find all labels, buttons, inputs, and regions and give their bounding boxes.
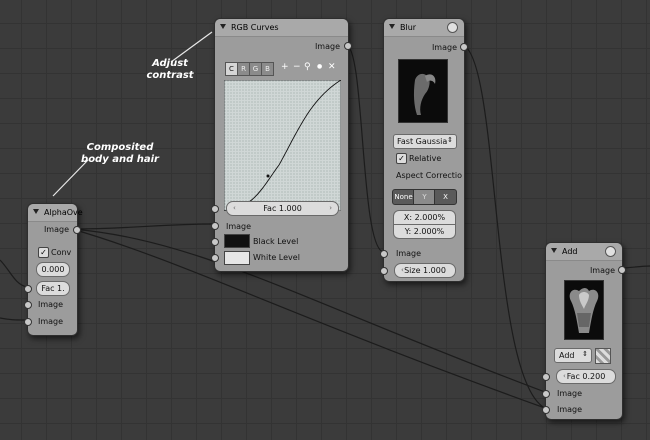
- fac-field[interactable]: ‹ Fac 0.200: [556, 369, 616, 384]
- wire-left-in-1: [0, 259, 28, 288]
- relative-label: Relative: [409, 154, 442, 163]
- output-socket[interactable]: [618, 266, 626, 274]
- fac-field[interactable]: ‹ Fac 1.000 ›: [226, 201, 339, 216]
- node-title: Add: [562, 247, 578, 256]
- filter-type-value: Fast Gaussia: [397, 137, 448, 146]
- collapse-arrow-icon[interactable]: [389, 24, 395, 29]
- increment-icon[interactable]: ›: [329, 202, 332, 215]
- curve-graph[interactable]: [224, 80, 341, 211]
- point-icon[interactable]: ●: [317, 63, 322, 70]
- image-input1-socket[interactable]: [24, 301, 32, 309]
- output-socket[interactable]: [344, 42, 352, 50]
- remove-point-icon[interactable]: −: [293, 62, 301, 72]
- collapse-arrow-icon[interactable]: [33, 209, 39, 214]
- filter-type-dropdown[interactable]: Fast Gaussia ⇕: [393, 134, 457, 149]
- node-header[interactable]: AlphaOve: [28, 204, 83, 222]
- input1-label: Image: [38, 300, 64, 309]
- node-editor[interactable]: { "annotations": { "adjust_contrast": "A…: [0, 0, 650, 440]
- wire-alpha-to-curves: [71, 223, 216, 230]
- wire-curves-to-blur: [345, 44, 385, 253]
- dropdown-arrows-icon: ⇕: [447, 136, 453, 144]
- aspect-correction-label: Aspect Correctio: [396, 171, 463, 180]
- image-input-socket[interactable]: [211, 222, 219, 230]
- figure-silhouette-icon: [569, 288, 599, 333]
- input1-label: Image: [557, 389, 583, 398]
- black-level-swatch[interactable]: [224, 234, 250, 248]
- black-level-socket[interactable]: [211, 238, 219, 246]
- output-socket[interactable]: [73, 226, 81, 234]
- white-level-swatch[interactable]: [224, 251, 250, 265]
- black-level-label: Black Level: [253, 237, 299, 246]
- node-header[interactable]: Blur: [384, 19, 464, 37]
- output-image-label: Image: [589, 266, 615, 275]
- blend-mode-dropdown[interactable]: Add ⇕: [554, 348, 592, 363]
- node-title: Blur: [400, 23, 417, 32]
- decrement-icon[interactable]: ‹: [563, 370, 566, 383]
- node-header[interactable]: Add: [546, 243, 622, 261]
- image-input1-socket[interactable]: [542, 390, 550, 398]
- fac-value: Fac 0.200: [566, 372, 606, 381]
- convert-label: Conv: [51, 248, 72, 257]
- wire-blur-to-add: [462, 44, 546, 409]
- node-title: AlphaOve: [44, 208, 83, 217]
- image-input-socket[interactable]: [380, 250, 388, 258]
- fac-input-socket[interactable]: [24, 285, 32, 293]
- decrement-icon[interactable]: ‹: [233, 202, 236, 215]
- aspect-x-button[interactable]: X: [434, 189, 457, 205]
- output-image-label: Image: [431, 43, 457, 52]
- blur-preview-image: [398, 59, 448, 123]
- add-preview-image: [564, 280, 604, 340]
- output-image-label: Image: [43, 225, 69, 234]
- wire-left-in-2: [0, 317, 28, 321]
- size-field[interactable]: ‹ Size 1.000: [394, 263, 456, 278]
- aspect-none-button[interactable]: None: [392, 189, 415, 205]
- annotation-composited: Composited body and hair: [81, 142, 159, 165]
- size-x-field[interactable]: X: 2.000%: [393, 210, 456, 225]
- decrement-icon[interactable]: ‹: [401, 264, 404, 277]
- figure-silhouette-icon: [413, 73, 436, 115]
- use-alpha-toggle-icon[interactable]: [595, 348, 611, 364]
- collapse-arrow-icon[interactable]: [220, 24, 226, 29]
- aspect-option-group: None Y X: [392, 189, 457, 205]
- reset-icon[interactable]: ✕: [328, 62, 336, 72]
- image-input-label: Image: [226, 222, 252, 231]
- annotation-adjust-contrast: Adjust contrast: [146, 58, 194, 81]
- fac-input-socket[interactable]: [542, 373, 550, 381]
- preview-toggle-icon[interactable]: [605, 246, 616, 257]
- image-input-label: Image: [396, 249, 422, 258]
- size-input-socket[interactable]: [380, 267, 388, 275]
- convert-checkbox[interactable]: ✓: [38, 247, 49, 258]
- rgb-curves-node[interactable]: RGB Curves Image C R G B + − ⚲ ● ✕ ‹ Fac…: [211, 18, 352, 272]
- input2-label: Image: [38, 317, 64, 326]
- channel-b-button[interactable]: B: [261, 62, 274, 76]
- add-point-icon[interactable]: +: [281, 62, 289, 72]
- blur-node[interactable]: Blur Image Fast Gaussia ⇕ ✓ Relative Asp…: [380, 18, 468, 282]
- fac-input-socket[interactable]: [211, 205, 219, 213]
- premul-field[interactable]: 0.000: [36, 262, 70, 277]
- node-header[interactable]: RGB Curves: [215, 19, 348, 37]
- collapse-arrow-icon[interactable]: [551, 248, 557, 253]
- output-image-label: Image: [314, 42, 340, 51]
- fac-field[interactable]: Fac 1.: [36, 281, 70, 296]
- white-level-socket[interactable]: [211, 254, 219, 262]
- image-input2-socket[interactable]: [24, 318, 32, 326]
- dropdown-arrows-icon: ⇕: [582, 350, 588, 358]
- image-input2-socket[interactable]: [542, 406, 550, 414]
- white-level-label: White Level: [253, 253, 300, 262]
- wrench-icon[interactable]: ⚲: [304, 62, 311, 72]
- fac-value: Fac 1.000: [263, 204, 302, 213]
- blend-mode-value: Add: [559, 351, 575, 360]
- relative-checkbox[interactable]: ✓: [396, 153, 407, 164]
- curve-background: [224, 80, 341, 211]
- curve-point: [266, 174, 270, 178]
- input2-label: Image: [557, 405, 583, 414]
- node-title: RGB Curves: [231, 23, 279, 32]
- size-y-field[interactable]: Y: 2.000%: [393, 224, 456, 239]
- output-socket[interactable]: [460, 43, 468, 51]
- aspect-y-button[interactable]: Y: [413, 189, 436, 205]
- alpha-over-node[interactable]: AlphaOve Image ✓ Conv 0.000 Fac 1. Image…: [24, 203, 83, 336]
- preview-toggle-icon[interactable]: [447, 22, 458, 33]
- size-value: Size 1.000: [404, 266, 446, 275]
- add-node[interactable]: Add Image Add ⇕ ‹ Fac 0.200 Image Image: [542, 242, 626, 420]
